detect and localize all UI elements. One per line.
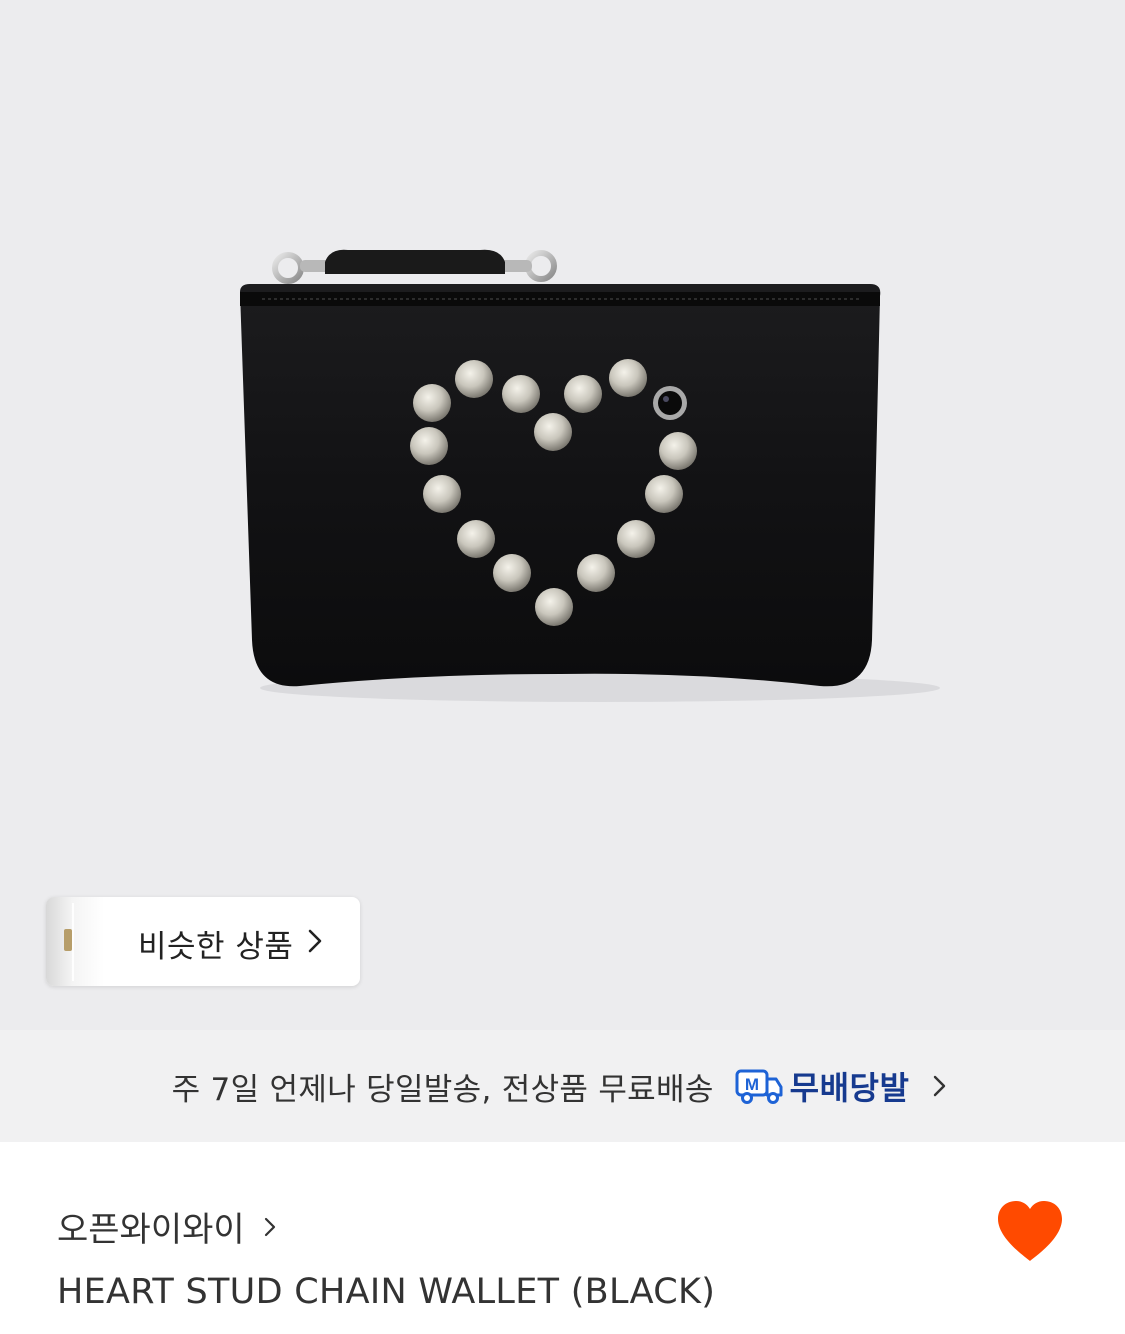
product-image [240,249,940,702]
heart-icon[interactable] [994,1198,1066,1264]
free-shipping-badge[interactable]: M 무배당발 [734,1063,954,1109]
free-shipping-badge-label: 무배당발 [789,1069,910,1107]
product-title: HEART STUD CHAIN WALLET (BLACK) [57,1272,716,1312]
chevron-right-icon [934,1075,946,1097]
similar-products-label: 비슷한 상품 [138,929,294,965]
shipping-text: 주 7일 언제나 당일발송, 전상품 무료배송 [171,1071,714,1108]
chevron-right-icon [308,929,322,953]
brand-name: 오픈와이와이 [57,1210,245,1250]
similar-products-button[interactable]: 비슷한 상품 [46,897,360,986]
delivery-truck-icon: M [735,1069,783,1104]
product-image-area[interactable]: 비슷한 상품 [0,0,1125,1030]
chevron-right-icon [264,1217,275,1236]
product-info: 오픈와이와이 HEART STUD CHAIN WALLET (BLACK) [0,1142,1125,1334]
svg-text:M: M [745,1075,759,1094]
brand-link[interactable]: 오픈와이와이 [57,1202,281,1251]
similar-product-thumbnail [46,897,104,986]
shipping-banner[interactable]: 주 7일 언제나 당일발송, 전상품 무료배송 M 무배당발 [0,1030,1125,1142]
